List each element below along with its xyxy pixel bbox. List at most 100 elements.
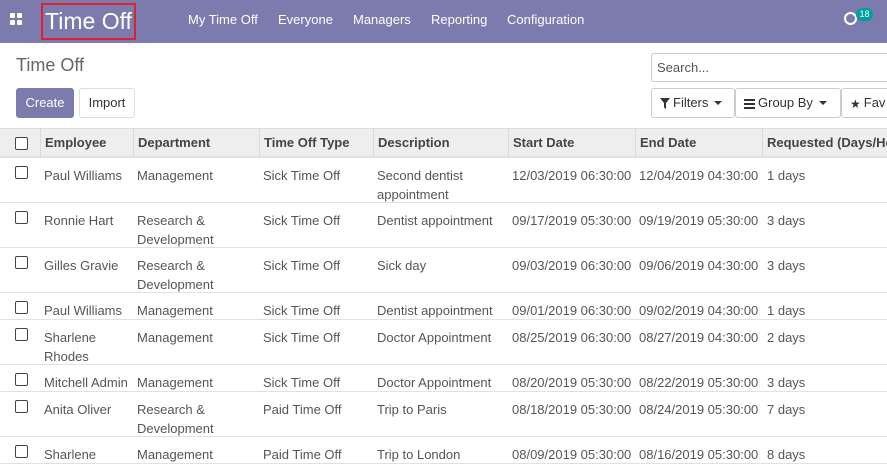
table-row[interactable]: Ronnie Hart Research & Development Sick Tim… xyxy=(0,203,887,248)
row-checkbox[interactable] xyxy=(15,256,28,269)
cell-start-date: 12/03/2019 06:30:00 xyxy=(512,168,632,183)
cell-requested: 8 days xyxy=(767,447,806,462)
cell-description-line: Dentist appointment xyxy=(377,303,493,318)
cell-start-date: 08/18/2019 05:30:00 xyxy=(512,402,632,417)
cell-end-date: 08/16/2019 05:30:00 xyxy=(639,447,759,462)
chevron-down-icon xyxy=(714,100,723,105)
cell-end-date: 08/22/2019 05:30:00 xyxy=(639,375,759,390)
cell-description-line: Sick day xyxy=(377,258,427,273)
filters-button[interactable]: Filters xyxy=(651,88,735,118)
cell-employee: Mitchell Admin xyxy=(44,373,128,392)
cell-requested: 3 days xyxy=(767,375,806,390)
cell-description-line: Doctor Appointment xyxy=(377,330,492,345)
cell-time-off-type: Paid Time Off xyxy=(263,402,342,417)
cell-start-date: 08/09/2019 05:30:00 xyxy=(512,447,632,462)
cell-description-line: appointment xyxy=(377,187,449,202)
cell-employee-line: Paul Williams xyxy=(44,303,123,318)
cell-employee: Sharlene xyxy=(44,445,96,464)
column-department[interactable]: Department xyxy=(133,129,210,157)
menu-configuration[interactable]: Configuration xyxy=(507,0,584,43)
cell-description: Dentist appointment xyxy=(377,211,493,230)
cell-end-date: 12/04/2019 04:30:00 xyxy=(639,168,759,183)
cell-department: Research & Development xyxy=(137,400,214,438)
favorites-button[interactable]: ★ Fav xyxy=(841,88,887,118)
menu-everyone[interactable]: Everyone xyxy=(278,0,333,43)
cell-employee-line: Sharlene xyxy=(44,330,97,345)
column-time-off-type[interactable]: Time Off Type xyxy=(259,129,349,157)
cell-start-date: 09/17/2019 05:30:00 xyxy=(512,213,632,228)
cell-time-off-type: Sick Time Off xyxy=(263,330,341,345)
cell-employee: Paul Williams xyxy=(44,166,122,185)
cell-employee-line: Anita Oliver xyxy=(44,402,112,417)
column-end-date[interactable]: End Date xyxy=(635,129,696,157)
group-by-button[interactable]: Group By xyxy=(735,88,841,118)
cell-description: Trip to Paris xyxy=(377,400,447,419)
column-employee[interactable]: Employee xyxy=(40,129,106,157)
page-title: Time Off xyxy=(16,55,85,75)
table-row[interactable]: Anita Oliver Research & Development Paid Ti… xyxy=(0,392,887,437)
row-checkbox[interactable] xyxy=(15,373,28,386)
row-checkbox[interactable] xyxy=(15,166,28,179)
column-description[interactable]: Description xyxy=(373,129,450,157)
cell-start-date: 08/25/2019 06:30:00 xyxy=(512,330,632,345)
menu-managers[interactable]: Managers xyxy=(353,0,411,43)
table-row[interactable]: Paul Williams Management Sick Time Off Seco… xyxy=(0,158,887,203)
row-checkbox[interactable] xyxy=(15,301,28,314)
cell-requested: 1 days xyxy=(767,168,806,183)
cell-employee: Gilles Gravie xyxy=(44,256,118,275)
cell-end-date: 09/19/2019 05:30:00 xyxy=(639,213,759,228)
cell-department-line: Management xyxy=(137,375,213,390)
cell-description: Dentist appointment xyxy=(377,301,493,320)
app-brand-title[interactable]: Time Off xyxy=(41,3,136,40)
table-row[interactable]: Mitchell Admin Management Sick Time Off Doc… xyxy=(0,365,887,392)
row-checkbox[interactable] xyxy=(15,211,28,224)
menu-reporting[interactable]: Reporting xyxy=(431,0,487,43)
cell-employee-line: Ronnie Hart xyxy=(44,213,114,228)
cell-time-off-type: Sick Time Off xyxy=(263,303,341,318)
row-checkbox[interactable] xyxy=(15,400,28,413)
cell-requested: 2 days xyxy=(767,330,806,345)
search-input[interactable] xyxy=(651,53,887,82)
menu-my-time-off[interactable]: My Time Off xyxy=(188,0,258,43)
create-button[interactable]: Create xyxy=(16,88,74,118)
filters-label: Filters xyxy=(673,95,709,110)
cell-requested: 3 days xyxy=(767,213,806,228)
row-checkbox[interactable] xyxy=(15,328,28,341)
cell-employee-line: Rhodes xyxy=(44,349,89,364)
cell-requested: 3 days xyxy=(767,258,806,273)
column-requested[interactable]: Requested (Days/Ho xyxy=(762,129,887,157)
top-navbar: Time Off My Time Off Everyone Managers R… xyxy=(0,0,887,43)
apps-grid-icon[interactable] xyxy=(10,13,23,26)
cell-description: Sick day xyxy=(377,256,426,275)
cell-end-date: 08/27/2019 04:30:00 xyxy=(639,330,759,345)
cell-department: Management xyxy=(137,301,213,320)
cell-department-line: Management xyxy=(137,330,213,345)
cell-description-line: Dentist appointment xyxy=(377,213,493,228)
table-row[interactable]: Paul Williams Management Sick Time Off Dent… xyxy=(0,293,887,320)
cell-requested: 1 days xyxy=(767,303,806,318)
cell-end-date: 09/02/2019 04:30:00 xyxy=(639,303,759,318)
table-row[interactable]: Sharlene Rhodes Management Sick Time Off Doc… xyxy=(0,320,887,365)
cell-department-line: Management xyxy=(137,447,213,462)
chevron-down-icon xyxy=(818,100,827,105)
favorites-label: Fav xyxy=(863,95,886,110)
cell-department: Management xyxy=(137,373,213,392)
column-start-date[interactable]: Start Date xyxy=(508,129,574,157)
table-row[interactable]: Gilles Gravie Research & Development Sick T… xyxy=(0,248,887,293)
row-checkbox[interactable] xyxy=(15,445,28,458)
activity-clock-icon[interactable]: 18 xyxy=(844,8,873,27)
table-row[interactable]: Sharlene Management Paid Time Off Trip to L… xyxy=(0,437,887,464)
cell-employee-line: Gilles Gravie xyxy=(44,258,119,273)
cell-department-line: Research & xyxy=(137,402,205,417)
cell-department-line: Development xyxy=(137,232,214,247)
import-button[interactable]: Import xyxy=(79,88,135,118)
cell-description: Doctor Appointment xyxy=(377,328,491,347)
list-bars-icon xyxy=(744,98,755,109)
cell-employee: Anita Oliver xyxy=(44,400,111,419)
cell-end-date: 09/06/2019 04:30:00 xyxy=(639,258,759,273)
cell-employee: Paul Williams xyxy=(44,301,122,320)
select-all-checkbox[interactable] xyxy=(15,137,28,150)
cell-department-line: Management xyxy=(137,303,213,318)
cell-description-line: Trip to Paris xyxy=(377,402,447,417)
cell-requested: 7 days xyxy=(767,402,806,417)
